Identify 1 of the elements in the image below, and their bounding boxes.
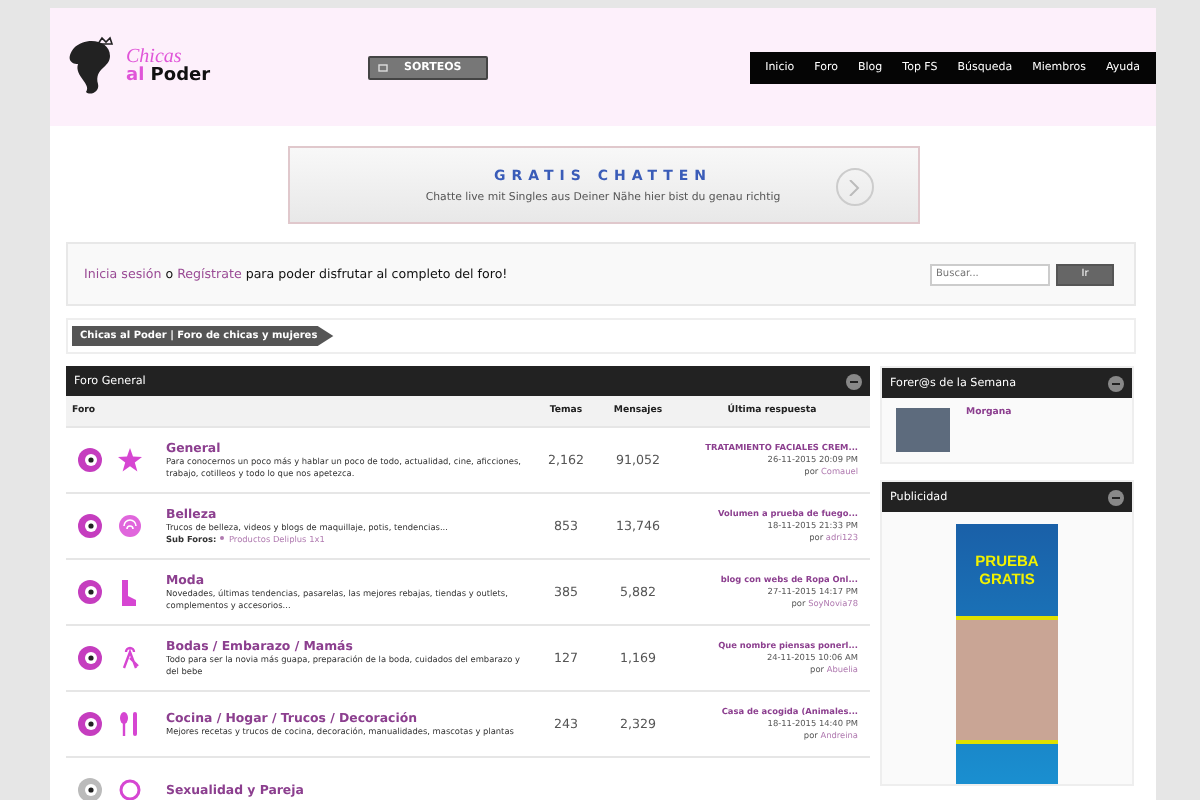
logo-text[interactable]: Chicas al Poder [126,48,211,86]
